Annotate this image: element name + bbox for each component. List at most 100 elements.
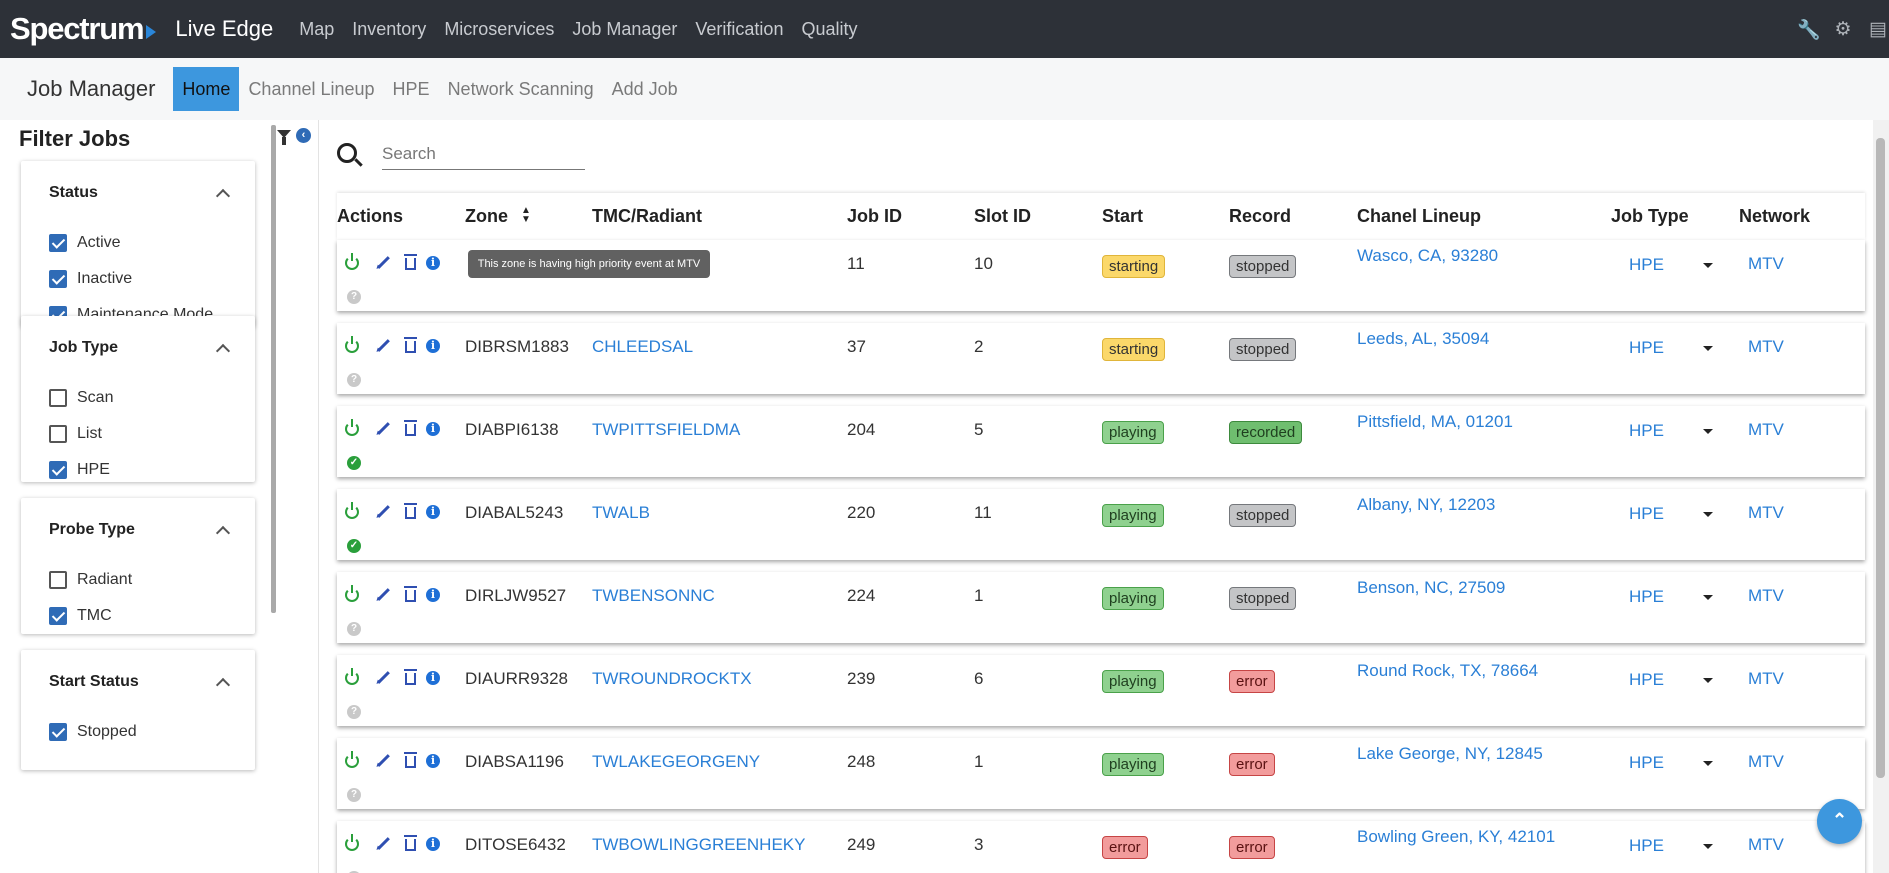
nav-inventory[interactable]: Inventory xyxy=(352,19,426,40)
network-link[interactable]: MTV xyxy=(1748,752,1784,772)
scroll-to-top-button[interactable]: ⌃ xyxy=(1817,799,1862,844)
job-type-link[interactable]: HPE xyxy=(1629,421,1664,441)
nav-verification[interactable]: Verification xyxy=(695,19,783,40)
channel-lineup-link[interactable]: Wasco, CA, 93280 xyxy=(1357,246,1498,266)
filter-panel-header[interactable]: Job Type xyxy=(21,316,255,380)
checkbox[interactable] xyxy=(49,234,67,252)
job-type-link[interactable]: HPE xyxy=(1629,587,1664,607)
filter-option[interactable]: HPE xyxy=(21,452,255,488)
nav-quality[interactable]: Quality xyxy=(801,19,857,40)
filter-option[interactable]: Stopped xyxy=(21,714,255,750)
tmc-link[interactable]: TWPITTSFIELDMA xyxy=(592,420,740,440)
question-circle-icon[interactable]: ? xyxy=(347,373,361,387)
delete-icon[interactable] xyxy=(404,752,417,768)
question-circle-icon[interactable]: ? xyxy=(347,290,361,304)
checkbox[interactable] xyxy=(49,389,67,407)
sidebar-resize-handle[interactable] xyxy=(271,125,276,613)
filter-option[interactable]: TMC xyxy=(21,598,255,634)
filter-option[interactable]: List xyxy=(21,416,255,452)
header-zone[interactable]: Zone xyxy=(465,206,508,227)
caret-down-icon[interactable] xyxy=(1703,595,1713,600)
product-name[interactable]: Live Edge xyxy=(175,16,273,42)
delete-icon[interactable] xyxy=(404,503,417,519)
book-icon[interactable]: ▤ xyxy=(1867,18,1889,42)
info-icon[interactable]: i xyxy=(426,338,440,353)
power-icon[interactable] xyxy=(345,667,359,685)
filter-panel-header[interactable]: Start Status xyxy=(21,650,255,714)
nav-job-manager[interactable]: Job Manager xyxy=(572,19,677,40)
job-type-link[interactable]: HPE xyxy=(1629,255,1664,275)
filter-option[interactable]: Active xyxy=(21,225,255,261)
info-icon[interactable]: i xyxy=(426,587,440,602)
checkbox[interactable] xyxy=(49,607,67,625)
caret-down-icon[interactable] xyxy=(1703,761,1713,766)
tab-network-scanning[interactable]: Network Scanning xyxy=(439,67,603,111)
edit-icon[interactable] xyxy=(377,339,390,352)
job-type-link[interactable]: HPE xyxy=(1629,753,1664,773)
delete-icon[interactable] xyxy=(404,669,417,685)
job-type-link[interactable]: HPE xyxy=(1629,670,1664,690)
filter-option[interactable]: Scan xyxy=(21,380,255,416)
power-icon[interactable] xyxy=(345,833,359,851)
info-icon[interactable]: i xyxy=(426,504,440,519)
tab-channel-lineup[interactable]: Channel Lineup xyxy=(239,67,383,111)
delete-icon[interactable] xyxy=(404,586,417,602)
power-icon[interactable] xyxy=(345,335,359,353)
nav-map[interactable]: Map xyxy=(299,19,334,40)
network-link[interactable]: MTV xyxy=(1748,503,1784,523)
spectrum-logo[interactable]: Spectrum xyxy=(10,11,157,47)
tab-home[interactable]: Home xyxy=(173,67,240,111)
chevron-up-icon[interactable] xyxy=(215,525,231,540)
delete-icon[interactable] xyxy=(404,420,417,436)
collapse-sidebar-icon[interactable]: ‹ xyxy=(296,128,311,143)
checkbox[interactable] xyxy=(49,270,67,288)
power-icon[interactable] xyxy=(345,252,359,270)
edit-icon[interactable] xyxy=(377,754,390,767)
tab-add-job[interactable]: Add Job xyxy=(603,67,687,111)
tmc-link[interactable]: CHLEEDSAL xyxy=(592,337,693,357)
power-icon[interactable] xyxy=(345,418,359,436)
channel-lineup-link[interactable]: Round Rock, TX, 78664 xyxy=(1357,661,1538,681)
chevron-up-icon[interactable] xyxy=(215,343,231,358)
tmc-link[interactable]: TWBOWLINGGREENHEKY xyxy=(592,835,805,855)
edit-icon[interactable] xyxy=(377,588,390,601)
question-circle-icon[interactable]: ? xyxy=(347,705,361,719)
info-icon[interactable]: i xyxy=(426,421,440,436)
power-icon[interactable] xyxy=(345,501,359,519)
delete-icon[interactable] xyxy=(404,254,417,270)
wrench-icon[interactable]: 🔧 xyxy=(1797,18,1821,42)
sort-icon[interactable]: ▲ ▼ xyxy=(521,206,531,225)
channel-lineup-link[interactable]: Pittsfield, MA, 01201 xyxy=(1357,412,1513,432)
filter-option[interactable]: Radiant xyxy=(21,562,255,598)
edit-icon[interactable] xyxy=(377,671,390,684)
search-input[interactable] xyxy=(382,138,585,170)
filter-panel-header[interactable]: Probe Type xyxy=(21,498,255,562)
tmc-link[interactable]: TWBENSONNC xyxy=(592,586,715,606)
job-type-link[interactable]: HPE xyxy=(1629,338,1664,358)
info-icon[interactable]: i xyxy=(426,753,440,768)
checkbox[interactable] xyxy=(49,461,67,479)
filter-icon[interactable] xyxy=(277,130,291,145)
question-circle-icon[interactable]: ? xyxy=(347,788,361,802)
network-link[interactable]: MTV xyxy=(1748,669,1784,689)
chevron-up-icon[interactable] xyxy=(215,677,231,692)
tmc-link[interactable]: TWROUNDROCKTX xyxy=(592,669,752,689)
channel-lineup-link[interactable]: Bowling Green, KY, 42101 xyxy=(1357,827,1555,847)
network-link[interactable]: MTV xyxy=(1748,254,1784,274)
nav-microservices[interactable]: Microservices xyxy=(444,19,554,40)
search-icon[interactable] xyxy=(337,143,357,163)
caret-down-icon[interactable] xyxy=(1703,678,1713,683)
gear-icon[interactable]: ⚙ xyxy=(1832,18,1854,42)
caret-down-icon[interactable] xyxy=(1703,429,1713,434)
caret-down-icon[interactable] xyxy=(1703,844,1713,849)
delete-icon[interactable] xyxy=(404,337,417,353)
edit-icon[interactable] xyxy=(377,256,390,269)
checkbox[interactable] xyxy=(49,425,67,443)
network-link[interactable]: MTV xyxy=(1748,835,1784,855)
network-link[interactable]: MTV xyxy=(1748,337,1784,357)
edit-icon[interactable] xyxy=(377,422,390,435)
checkbox[interactable] xyxy=(49,571,67,589)
channel-lineup-link[interactable]: Benson, NC, 27509 xyxy=(1357,578,1505,598)
channel-lineup-link[interactable]: Leeds, AL, 35094 xyxy=(1357,329,1489,349)
tab-hpe[interactable]: HPE xyxy=(384,67,439,111)
